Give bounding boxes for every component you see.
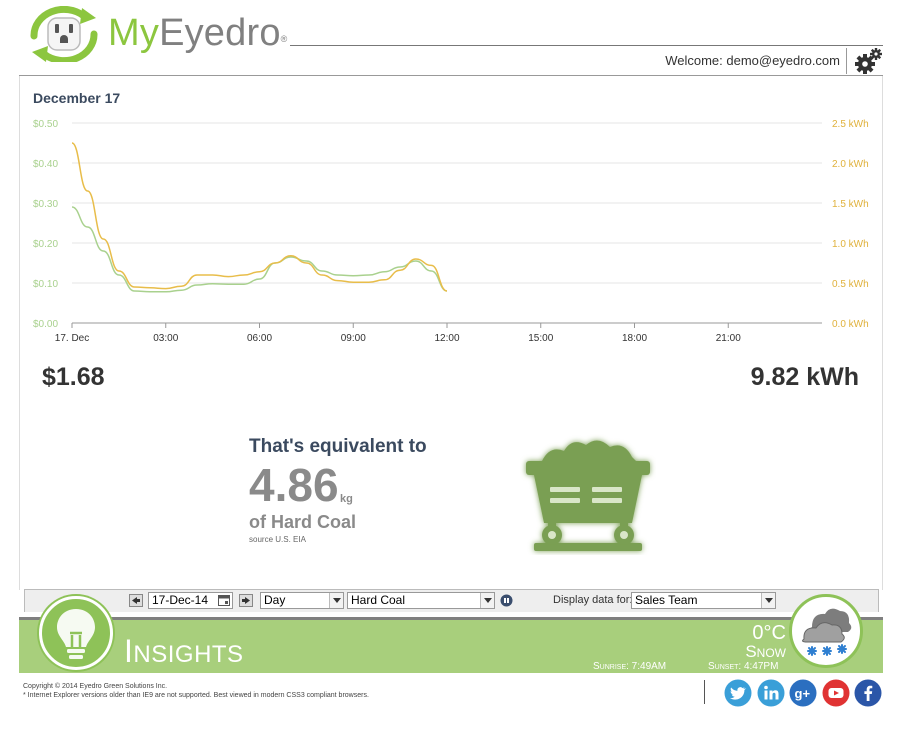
- left-tick-label: $0.00: [33, 319, 58, 330]
- linkedin-button[interactable]: [757, 679, 785, 707]
- chevron-down-icon: [480, 593, 494, 608]
- left-tick-label: $0.10: [33, 279, 58, 290]
- x-tick-label: 18:00: [622, 333, 647, 344]
- twitter-icon: [724, 679, 752, 707]
- brand-name: MyEyedro®: [108, 12, 288, 54]
- left-tick-label: $0.40: [33, 159, 58, 170]
- chart-gridlines: [72, 122, 822, 324]
- energy-series-line: [71, 142, 448, 292]
- insights-title-rest: NSIGHTS: [133, 641, 244, 668]
- weather-condition: Snow: [745, 642, 786, 661]
- equivalent-block: That's equivalent to 4.86 kg of Hard Coa…: [249, 436, 479, 544]
- google-plus-button[interactable]: g+: [789, 679, 817, 707]
- equivalent-unit: kg: [340, 493, 353, 505]
- equivalent-value: 4.86: [249, 459, 339, 511]
- snow-cloud-icon: [802, 608, 852, 656]
- calendar-icon[interactable]: [218, 594, 230, 606]
- equivalent-heading: That's equivalent to: [249, 436, 427, 457]
- group-select[interactable]: Sales Team: [631, 592, 776, 609]
- x-tick-label: 09:00: [341, 333, 366, 344]
- twitter-button[interactable]: [724, 679, 752, 707]
- insights-banner: INSIGHTS 0°C Snow Sunrise: 7:49AM Sunset…: [19, 594, 883, 673]
- equivalence-select-value: Hard Coal: [351, 593, 406, 607]
- chart-title: December 17: [33, 90, 121, 106]
- left-tick-label: $0.30: [33, 199, 58, 210]
- brand-eyedro: Eyedro: [159, 12, 281, 54]
- right-tick-label: 2.5 kWh: [832, 119, 869, 130]
- page-header: MyEyedro® Welcome: demo@eyedro.com: [0, 0, 906, 78]
- chevron-down-icon: [761, 593, 775, 608]
- browser-support-note: * Internet Explorer versions older than …: [23, 692, 369, 699]
- right-tick-label: 0.0 kWh: [832, 319, 869, 330]
- group-select-value: Sales Team: [635, 593, 698, 607]
- period-select[interactable]: Day: [260, 592, 344, 609]
- x-axis-ticks: 17. Dec 03:00 06:00 09:00 12:00 15:00 18:00 21:…: [55, 323, 741, 344]
- left-axis-ticks: $0.00 $0.10 $0.20 $0.30 $0.40 $0.50: [33, 119, 58, 330]
- right-tick-label: 1.0 kWh: [832, 239, 869, 250]
- facebook-icon: [854, 679, 882, 707]
- coal-cart-icon: [526, 440, 650, 551]
- display-data-label: Display data for:: [553, 594, 633, 606]
- linkedin-icon: [757, 679, 785, 707]
- weather-badge: [789, 594, 863, 668]
- equivalent-material: of Hard Coal: [249, 512, 357, 532]
- brand-my: My: [108, 12, 160, 54]
- cost-series-line: [71, 206, 448, 293]
- x-tick-label: 21:00: [716, 333, 741, 344]
- right-axis-ticks: 0.0 kWh 0.5 kWh 1.0 kWh 1.5 kWh 2.0 kWh 2.5 k…: [832, 119, 869, 330]
- play-icon[interactable]: [500, 594, 513, 607]
- registered-mark: ®: [280, 34, 288, 44]
- footer-separator: [704, 680, 705, 704]
- insights-title: INSIGHTS: [124, 633, 244, 670]
- youtube-button[interactable]: [822, 679, 850, 707]
- gear-icon: [855, 48, 882, 74]
- next-day-icon[interactable]: [239, 594, 253, 607]
- myeyedro-logo[interactable]: MyEyedro®: [22, 6, 292, 62]
- insights-panel: December 17 $0.00 $0.10 $0.20 $0.30 $0.40 $0.…: [19, 76, 883, 590]
- header-divider: [290, 45, 883, 46]
- x-tick-label: 06:00: [247, 333, 272, 344]
- welcome-separator: [846, 48, 847, 74]
- settings-button[interactable]: [853, 47, 883, 75]
- svg-text:g+: g+: [795, 686, 811, 701]
- right-tick-label: 2.0 kWh: [832, 159, 869, 170]
- welcome-text: Welcome: demo@eyedro.com: [665, 53, 840, 68]
- lightbulb-icon: [57, 609, 95, 659]
- youtube-icon: [822, 679, 850, 707]
- controls-toolbar: 17-Dec-14 Day Hard Coal Display data for…: [24, 589, 879, 612]
- usage-chart[interactable]: $0.00$0.10$0.20$0.30$0.40$0.50 0.0 kWh0.…: [20, 106, 884, 346]
- right-tick-label: 1.5 kWh: [832, 199, 869, 210]
- x-tick-label: 12:00: [434, 333, 459, 344]
- right-tick-label: 0.5 kWh: [832, 279, 869, 290]
- google-plus-icon: g+: [789, 679, 817, 707]
- total-cost: $1.68: [42, 363, 105, 391]
- plug-logo-icon: [30, 6, 98, 62]
- chevron-down-icon: [329, 593, 343, 608]
- equivalent-source: source U.S. EIA: [249, 535, 306, 544]
- left-tick-label: $0.50: [33, 119, 58, 130]
- insights-title-initial: I: [124, 633, 134, 669]
- sunrise-time: Sunrise: 7:49AM: [593, 661, 667, 672]
- chart-series: [71, 142, 448, 293]
- previous-day-icon[interactable]: [129, 594, 143, 607]
- x-tick-label: 15:00: [528, 333, 553, 344]
- sunset-time: Sunset: 4:47PM: [708, 661, 779, 672]
- facebook-button[interactable]: [854, 679, 882, 707]
- copyright-text: Copyright © 2014 Eyedro Green Solutions …: [23, 682, 369, 700]
- copyright-line: Copyright © 2014 Eyedro Green Solutions …: [23, 683, 168, 690]
- x-tick-label: 03:00: [153, 333, 178, 344]
- period-select-value: Day: [264, 593, 286, 607]
- left-tick-label: $0.20: [33, 239, 58, 250]
- equivalence-select[interactable]: Hard Coal: [347, 592, 495, 609]
- x-tick-label: 17. Dec: [55, 333, 89, 344]
- total-energy: 9.82 kWh: [750, 363, 859, 391]
- lightbulb-badge: [39, 596, 113, 670]
- equivalent-value-row: 4.86 kg: [249, 460, 479, 510]
